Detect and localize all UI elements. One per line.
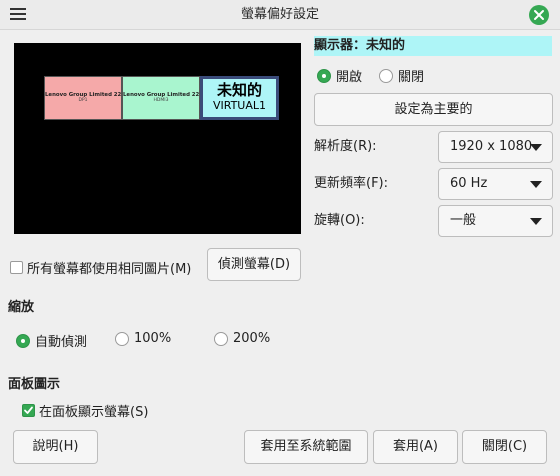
radio-unselected-icon — [379, 68, 393, 83]
monitor-port: DP1 — [78, 98, 88, 103]
close-icon — [534, 10, 544, 20]
apply-button[interactable]: 套用(A) — [373, 430, 458, 464]
scale-100-label: 100% — [134, 331, 172, 346]
monitor-layout-preview[interactable]: Lenovo Group Limited 22" DP1 Lenovo Grou… — [14, 43, 301, 234]
monitor-port: HDMI3 — [153, 98, 169, 103]
apply-system-wide-button[interactable]: 套用至系統範圍 — [244, 430, 368, 464]
window-title: 螢幕偏好設定 — [240, 7, 319, 22]
monitor-virtual1[interactable]: 未知的 VIRTUAL1 — [200, 76, 279, 120]
checkmark-icon — [24, 406, 33, 414]
monitor-title: 未知的 — [216, 81, 262, 99]
resolution-value: 1920 x 1080 — [450, 139, 533, 154]
refresh-rate-value: 60 Hz — [450, 176, 488, 191]
monitor-port: VIRTUAL1 — [212, 99, 267, 112]
resolution-select[interactable]: 1920 x 1080 — [438, 131, 553, 163]
power-off-radio[interactable]: 關閉 — [379, 66, 424, 85]
rotation-label: 旋轉(O): — [314, 213, 365, 228]
set-primary-button[interactable]: 設定為主要的 — [314, 93, 553, 126]
refresh-rate-select[interactable]: 60 Hz — [438, 168, 553, 200]
chevron-down-icon — [530, 181, 542, 188]
same-image-label: 所有螢幕都使用相同圖片(M) — [27, 262, 192, 277]
scale-section-title: 縮放 — [8, 300, 35, 315]
detect-monitors-button[interactable]: 偵測螢幕(D) — [207, 248, 301, 281]
close-button[interactable]: 關閉(C) — [462, 430, 547, 464]
close-window-button[interactable] — [529, 5, 549, 25]
checkbox-checked-icon — [22, 404, 35, 417]
panel-section-title: 面板圖示 — [8, 377, 61, 392]
chevron-down-icon — [530, 144, 542, 151]
resolution-label: 解析度(R): — [314, 139, 377, 154]
rotation-value: 一般 — [450, 213, 477, 228]
radio-unselected-icon — [214, 331, 228, 346]
power-on-radio[interactable]: 開啟 — [317, 66, 362, 85]
scale-200-radio[interactable]: 200% — [214, 331, 270, 346]
scale-auto-radio[interactable]: 自動偵測 — [16, 331, 87, 350]
refresh-rate-label: 更新頻率(F): — [314, 176, 389, 191]
monitor-dp1[interactable]: Lenovo Group Limited 22" DP1 — [44, 76, 122, 120]
chevron-down-icon — [530, 218, 542, 225]
monitor-hdmi3[interactable]: Lenovo Group Limited 22" HDMI3 — [122, 76, 200, 120]
scale-auto-label: 自動偵測 — [35, 335, 88, 350]
radio-selected-icon — [16, 333, 30, 348]
checkbox-unchecked-icon — [10, 261, 23, 274]
power-off-label: 關閉 — [398, 70, 425, 85]
same-image-checkbox[interactable]: 所有螢幕都使用相同圖片(M) — [10, 258, 191, 277]
help-button[interactable]: 說明(H) — [13, 430, 98, 464]
radio-selected-icon — [317, 68, 331, 83]
scale-200-label: 200% — [233, 331, 271, 346]
show-in-panel-checkbox[interactable]: 在面板顯示螢幕(S) — [22, 401, 148, 420]
scale-100-radio[interactable]: 100% — [115, 331, 171, 346]
display-header: 顯示器：未知的 — [314, 36, 552, 56]
show-in-panel-label: 在面板顯示螢幕(S) — [39, 405, 149, 420]
rotation-select[interactable]: 一般 — [438, 205, 553, 237]
power-on-label: 開啟 — [336, 70, 363, 85]
radio-unselected-icon — [115, 331, 129, 346]
